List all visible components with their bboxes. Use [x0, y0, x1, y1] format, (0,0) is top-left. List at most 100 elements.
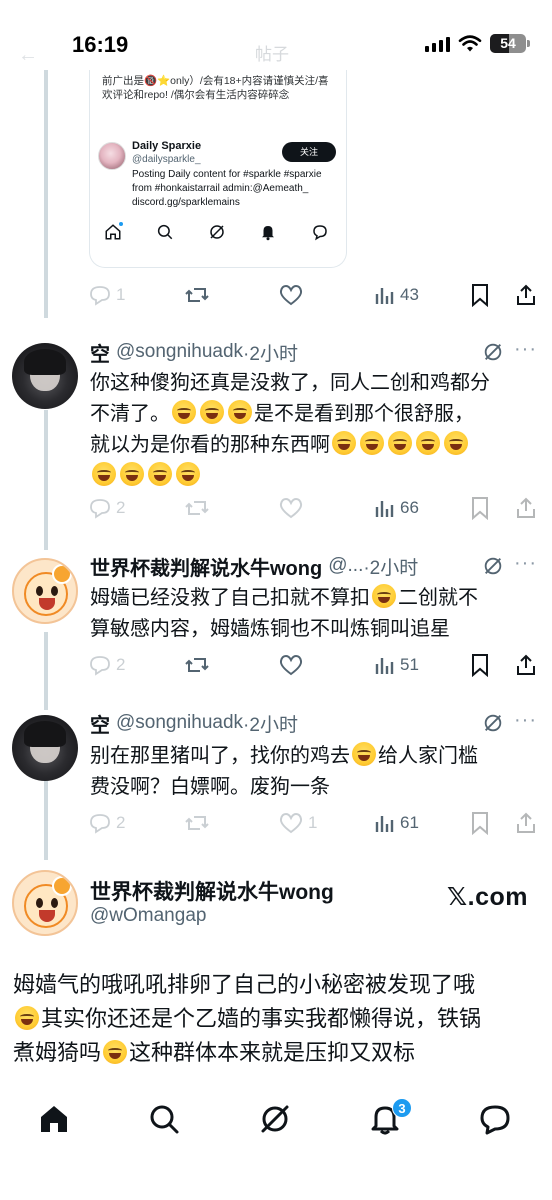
share-icon [517, 812, 535, 833]
reply-icon [90, 814, 110, 834]
search-icon[interactable] [147, 1102, 181, 1136]
repost-button[interactable] [184, 808, 210, 838]
repost-button[interactable] [184, 280, 210, 310]
views-icon [375, 658, 394, 674]
home-icon[interactable] [37, 1102, 71, 1136]
tweet-line: 你这种傻狗还真是没救了，同人二创和鸡都分 [90, 372, 490, 394]
reply-icon [90, 286, 110, 306]
like-button[interactable] [278, 650, 304, 680]
like-button[interactable] [278, 280, 304, 310]
tweet-line: 其实你还还是个乙嫱的事实我都懒得说，铁锅 [41, 1006, 482, 1031]
battery-level: 54 [500, 35, 516, 51]
tweet-line: 别在那里猪叫了，找你的鸡去 [90, 745, 350, 767]
like-button[interactable]: 1 [278, 808, 317, 838]
reply-button[interactable]: 1 [88, 280, 125, 310]
laughing-emoji-icon [92, 462, 116, 486]
views-button[interactable]: 66 [374, 493, 419, 523]
repost-icon [185, 816, 209, 830]
tweet-line: 姆嫱气的哦吼吼排卵了自己的小秘密被发现了哦 [13, 972, 476, 997]
share-button[interactable] [514, 493, 538, 523]
bookmark-button[interactable] [470, 808, 490, 838]
share-button[interactable] [514, 808, 538, 838]
messages-icon[interactable] [478, 1102, 512, 1136]
quoted-profile-card[interactable]: 前广出是🔞⭐only）/会有18+内容请谨慎关注/喜欢评论和repo! /偶尔会… [89, 70, 347, 268]
bookmark-icon [472, 654, 488, 677]
author-name[interactable]: 空 [90, 709, 110, 738]
tweet-line: 煮姆猗吗 [13, 1040, 102, 1065]
reply-button[interactable]: 2 [88, 650, 125, 680]
avatar[interactable] [98, 142, 126, 170]
views-icon [375, 816, 394, 832]
avatar[interactable] [12, 715, 78, 781]
author-handle[interactable]: @... [328, 555, 363, 577]
x-logo: 𝕏.com [447, 883, 528, 911]
bookmark-button[interactable] [470, 493, 490, 523]
laughing-emoji-icon [228, 400, 252, 424]
status-indicators: 54 [425, 34, 530, 53]
grok-icon[interactable] [482, 341, 504, 363]
author-handle[interactable]: @wOmangap [90, 905, 206, 927]
share-button[interactable] [514, 650, 538, 680]
tweet-line: 就以为是你看的那种东西啊 [90, 434, 330, 456]
more-icon[interactable]: ··· [514, 552, 537, 575]
laughing-emoji-icon [148, 462, 172, 486]
laughing-emoji-icon [172, 400, 196, 424]
reply-count: 2 [116, 498, 126, 517]
share-button[interactable] [514, 280, 538, 310]
grok-icon[interactable] [258, 1102, 292, 1136]
grok-icon[interactable] [482, 712, 504, 734]
back-arrow-icon[interactable]: ← [18, 44, 38, 67]
share-icon [517, 497, 535, 518]
more-icon[interactable]: ··· [514, 709, 537, 732]
tweet-header: 世界杯裁判解说水牛wong @... ·2小时 [90, 552, 418, 580]
laughing-emoji-icon [444, 431, 468, 455]
quoted-profile[interactable]: Daily Sparxie @dailysparkle_ 关注 Posting … [98, 134, 342, 224]
laughing-emoji-icon [176, 462, 200, 486]
grok-icon[interactable] [482, 555, 504, 577]
like-button[interactable] [278, 493, 304, 523]
tweet-actions: 2 66 [88, 493, 538, 523]
reply-icon [90, 499, 110, 519]
rofl-emoji-icon [15, 1006, 39, 1030]
search-icon [156, 223, 174, 241]
tweet-text: 姆嫱气的哦吼吼排卵了自己的小秘密被发现了哦 其实你还还是个乙嫱的事实我都懒得说，… [13, 968, 538, 1070]
profile-name: Daily Sparxie [132, 140, 202, 152]
reply-button[interactable]: 2 [88, 493, 125, 523]
like-count: 1 [308, 813, 318, 832]
tweet-line: 这种群体本来就是压抑又双标 [129, 1040, 416, 1065]
reply-count: 2 [116, 655, 126, 674]
author-handle[interactable]: @songnihuadk [116, 341, 243, 363]
bookmark-button[interactable] [470, 650, 490, 680]
avatar[interactable] [12, 343, 78, 409]
tweet-actions: 2 1 61 [88, 808, 538, 838]
repost-icon [185, 501, 209, 515]
author-name[interactable]: 世界杯裁判解说水牛wong [90, 876, 334, 906]
author-name[interactable]: 空 [90, 338, 110, 367]
bookmark-icon [472, 284, 488, 307]
view-count: 51 [400, 655, 419, 674]
more-icon[interactable]: ··· [514, 338, 537, 361]
share-icon [517, 284, 535, 305]
avatar[interactable] [12, 558, 78, 624]
tweet-line: 不清了。 [90, 403, 170, 425]
repost-button[interactable] [184, 493, 210, 523]
reply-button[interactable]: 2 [88, 808, 125, 838]
tweet-line: 二创就不 [398, 587, 478, 609]
reply-icon [90, 656, 110, 676]
views-button[interactable]: 51 [374, 650, 419, 680]
views-button[interactable]: 43 [374, 280, 419, 310]
laughing-emoji-icon [120, 462, 144, 486]
tweet-line: 给人家门槛 [378, 745, 478, 767]
status-time: 16:19 [72, 32, 129, 57]
share-icon [517, 654, 535, 675]
views-button[interactable]: 61 [374, 808, 419, 838]
avatar[interactable] [12, 870, 78, 936]
profile-handle: @dailysparkle_ [132, 154, 201, 165]
repost-button[interactable] [184, 650, 210, 680]
repost-icon [185, 288, 209, 302]
author-name[interactable]: 世界杯裁判解说水牛wong [90, 552, 322, 581]
bookmark-button[interactable] [470, 280, 490, 310]
author-handle[interactable]: @songnihuadk [116, 712, 243, 734]
cellular-signal-icon [425, 36, 450, 52]
follow-button[interactable]: 关注 [282, 142, 336, 162]
